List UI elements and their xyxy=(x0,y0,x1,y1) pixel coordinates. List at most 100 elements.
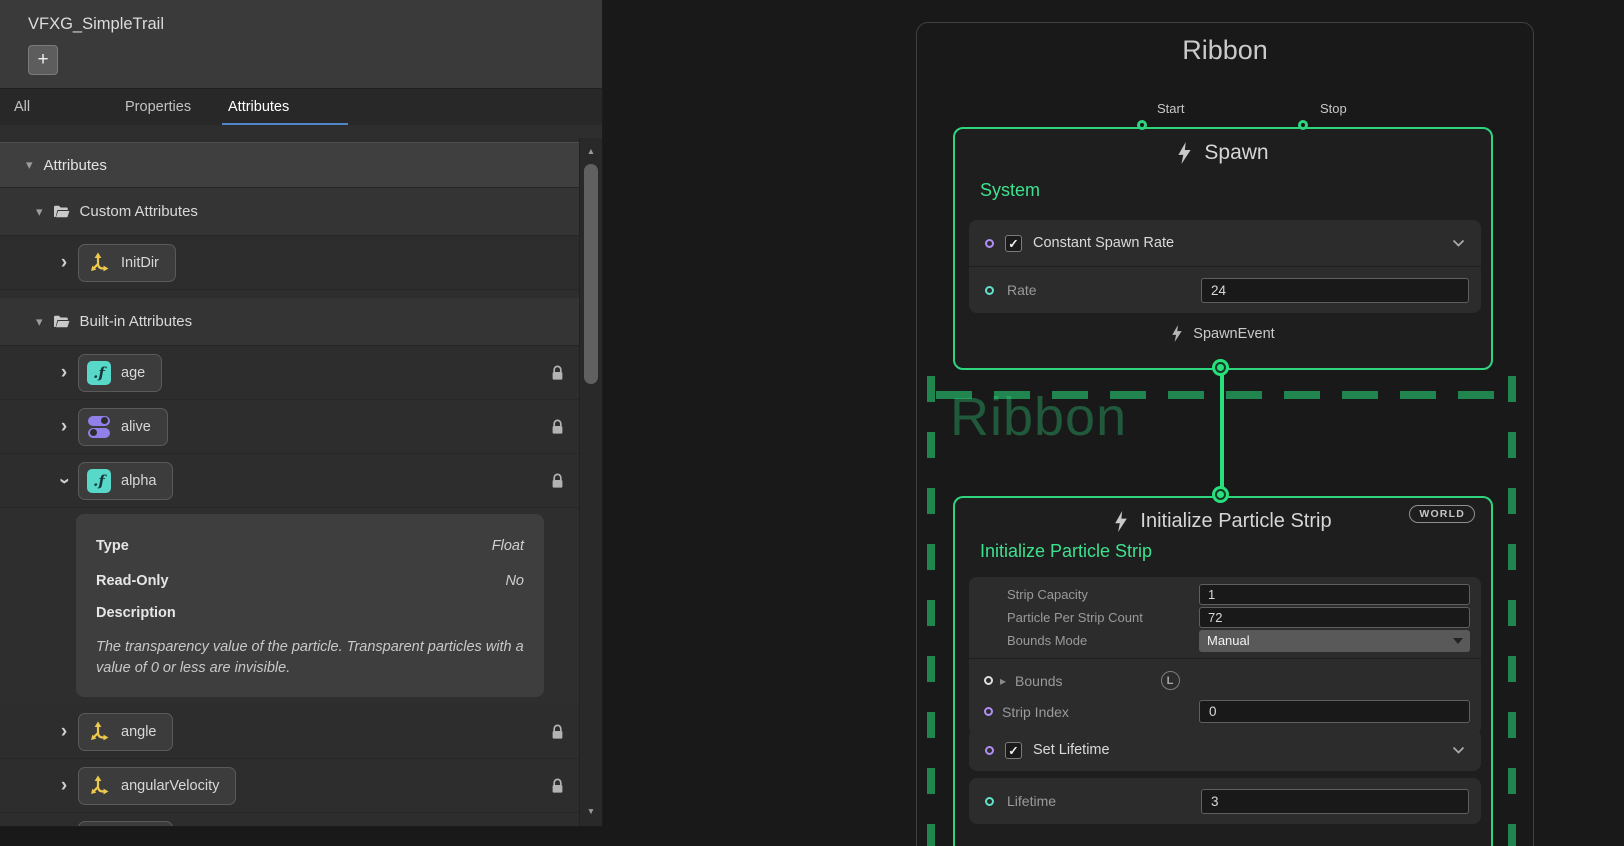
lock-icon xyxy=(550,777,565,794)
set-lifetime-header[interactable]: ✓ Set Lifetime xyxy=(969,729,1481,771)
spawn-node-header: Spawn xyxy=(955,141,1491,165)
bounds-label: Bounds xyxy=(1015,673,1062,689)
bounds-port-row: ▸ Bounds L xyxy=(969,665,1481,696)
expander-icon[interactable]: ▸ xyxy=(1000,674,1006,688)
bounds-mode-row: Bounds Mode Manual xyxy=(969,629,1481,652)
triangle-down-icon[interactable]: ▾ xyxy=(36,314,43,330)
lifetime-input-port[interactable] xyxy=(985,797,994,806)
attribute-pill-alive[interactable]: alive xyxy=(78,408,168,446)
tree-row-angle[interactable]: › angle xyxy=(0,705,579,759)
attribute-name: alpha xyxy=(121,473,156,489)
stop-flow-port[interactable] xyxy=(1298,120,1308,130)
block-enable-port[interactable] xyxy=(985,746,994,755)
attribute-name: age xyxy=(121,365,145,381)
flow-edge[interactable] xyxy=(1220,368,1224,498)
tree-row-age[interactable]: › .f age xyxy=(0,346,579,400)
tree-row-alpha[interactable]: › .f alpha xyxy=(0,454,579,508)
particle-per-strip-count-input[interactable] xyxy=(1199,607,1470,628)
attributes-tree: ▾ Attributes ▾ Custom Attributes › InitD… xyxy=(0,125,579,826)
attribute-pill-alpha[interactable]: .f alpha xyxy=(78,462,173,500)
scroll-up-icon[interactable]: ▲ xyxy=(580,146,602,156)
triangle-down-icon[interactable]: ▾ xyxy=(26,157,33,173)
rate-input[interactable] xyxy=(1201,278,1469,303)
check-icon: ✓ xyxy=(1008,743,1018,758)
group-label: Custom Attributes xyxy=(80,203,198,220)
bounds-mode-value: Manual xyxy=(1207,633,1250,648)
rate-label: Rate xyxy=(1007,282,1037,298)
tree-row-angular-velocity[interactable]: › angularVelocity xyxy=(0,759,579,813)
chevron-down-icon[interactable] xyxy=(1452,239,1465,247)
vector-type-icon xyxy=(87,251,111,275)
attribute-pill-axisx[interactable]: axisX xyxy=(78,821,173,826)
spawn-output-port[interactable] xyxy=(1215,362,1226,373)
tab-attributes[interactable]: Attributes xyxy=(228,89,289,125)
start-flow-port[interactable] xyxy=(1137,120,1147,130)
root-label: Attributes xyxy=(44,157,107,174)
scroll-down-icon[interactable]: ▼ xyxy=(580,806,602,816)
triangle-down-icon[interactable]: ▾ xyxy=(36,204,43,220)
chevron-right-icon[interactable]: › xyxy=(56,416,72,438)
attribute-name: InitDir xyxy=(121,255,159,271)
chevron-right-icon[interactable]: › xyxy=(56,252,72,274)
initialize-node-title: Initialize Particle Strip xyxy=(1140,510,1331,533)
tree-row-builtin-attributes[interactable]: ▾ Built-in Attributes xyxy=(0,298,579,346)
local-space-badge[interactable]: L xyxy=(1161,671,1180,690)
blackboard-panel: VFXG_SimpleTrail + All Properties Attrib… xyxy=(0,0,602,826)
bounds-mode-label: Bounds Mode xyxy=(1007,633,1199,648)
lifetime-input[interactable] xyxy=(1201,789,1469,814)
tree-row-initdir[interactable]: › InitDir xyxy=(0,236,579,290)
strip-capacity-label: Strip Capacity xyxy=(1007,587,1199,602)
tab-all[interactable]: All xyxy=(14,89,30,125)
constant-spawn-rate-checkbox[interactable]: ✓ xyxy=(1005,235,1022,252)
attribute-pill-angle[interactable]: angle xyxy=(78,713,173,751)
tree-scrollbar[interactable]: ▲ ▼ xyxy=(579,138,602,826)
chevron-down-icon[interactable] xyxy=(1452,746,1465,754)
chevron-right-icon[interactable]: › xyxy=(56,362,72,384)
add-attribute-button[interactable]: + xyxy=(28,45,58,75)
asset-title: VFXG_SimpleTrail xyxy=(28,15,164,34)
tab-properties[interactable]: Properties xyxy=(125,89,191,125)
bounds-input-port[interactable] xyxy=(984,676,993,685)
strip-capacity-row: Strip Capacity xyxy=(969,583,1481,606)
spawn-node[interactable]: Start Stop Spawn System ✓ Constant Spawn… xyxy=(953,127,1493,370)
strip-index-input[interactable] xyxy=(1199,700,1470,723)
rate-input-port[interactable] xyxy=(985,286,994,295)
start-port-label: Start xyxy=(1157,101,1184,116)
strip-index-label: Strip Index xyxy=(1002,704,1069,720)
rate-field-row: Rate xyxy=(969,267,1481,313)
attribute-pill-angular-velocity[interactable]: angularVelocity xyxy=(78,767,236,805)
strip-capacity-input[interactable] xyxy=(1199,584,1470,605)
bounds-mode-dropdown[interactable]: Manual xyxy=(1199,630,1470,652)
tree-row-attributes-root[interactable]: ▾ Attributes xyxy=(0,142,579,188)
lightning-icon xyxy=(1177,142,1192,164)
scrollbar-thumb[interactable] xyxy=(584,164,598,384)
attribute-pill-age[interactable]: .f age xyxy=(78,354,162,392)
constant-spawn-rate-block: ✓ Constant Spawn Rate Rate xyxy=(969,220,1481,313)
tree-row-axisx[interactable]: › axisX xyxy=(0,813,579,826)
lightning-icon xyxy=(1114,511,1128,532)
strip-index-input-port[interactable] xyxy=(984,707,993,716)
world-space-badge[interactable]: WORLD xyxy=(1409,505,1475,523)
readonly-value: No xyxy=(505,573,524,589)
alpha-details-panel: Type Float Read-Only No Description The … xyxy=(76,514,544,697)
lock-icon xyxy=(550,418,565,435)
folder-icon xyxy=(53,314,70,329)
tree-row-alive[interactable]: › alive xyxy=(0,400,579,454)
constant-spawn-rate-label: Constant Spawn Rate xyxy=(1033,235,1174,251)
bool-type-icon xyxy=(87,415,111,439)
initialize-particle-strip-node[interactable]: Initialize Particle Strip WORLD Initiali… xyxy=(953,496,1493,846)
spawn-event-label: SpawnEvent xyxy=(1193,326,1274,342)
particle-per-strip-count-label: Particle Per Strip Count xyxy=(1007,610,1199,625)
tree-row-custom-attributes[interactable]: ▾ Custom Attributes xyxy=(0,188,579,236)
chevron-right-icon[interactable]: › xyxy=(56,721,72,743)
constant-spawn-rate-header[interactable]: ✓ Constant Spawn Rate xyxy=(969,220,1481,266)
chevron-expanded-icon[interactable]: › xyxy=(53,473,75,489)
attribute-pill-initdir[interactable]: InitDir xyxy=(78,244,176,282)
lifetime-block: Lifetime xyxy=(969,778,1481,824)
chevron-right-icon[interactable]: › xyxy=(56,775,72,797)
stop-port-label: Stop xyxy=(1320,101,1347,116)
initialize-input-port[interactable] xyxy=(1215,489,1226,500)
set-lifetime-checkbox[interactable]: ✓ xyxy=(1005,742,1022,759)
block-enable-port[interactable] xyxy=(985,239,994,248)
lock-icon xyxy=(550,364,565,381)
